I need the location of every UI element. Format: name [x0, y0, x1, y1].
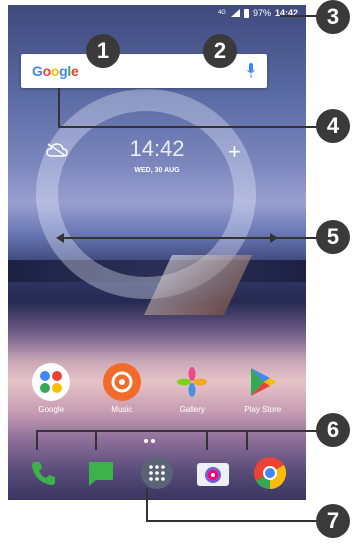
app-drawer-icon[interactable] — [137, 453, 177, 493]
callout-6: 6 — [316, 413, 350, 447]
callout-line — [206, 430, 208, 450]
clock-date: WED, 30 AUG — [134, 167, 180, 174]
battery-icon — [243, 8, 249, 18]
callout-line — [36, 430, 38, 450]
clock-time[interactable]: 14:42 — [8, 136, 306, 162]
network-type: 4G — [217, 10, 226, 16]
signal-icon — [230, 9, 240, 17]
callout-line — [246, 430, 248, 450]
callout-arrow-left — [56, 233, 64, 243]
app-label: Gallery — [179, 405, 205, 414]
callout-line — [146, 488, 148, 521]
plus-icon[interactable]: + — [228, 139, 241, 165]
callout-4: 4 — [316, 109, 350, 143]
gallery-icon — [173, 363, 211, 401]
page-indicator — [144, 439, 155, 443]
google-logo: Google — [32, 63, 79, 79]
callout-line — [58, 237, 318, 239]
callout-line — [36, 430, 318, 432]
phone-icon[interactable] — [24, 453, 64, 493]
app-label: Play Store — [244, 405, 282, 414]
callout-2: 2 — [203, 34, 237, 68]
status-bar: 4G 97% 14:42 — [8, 5, 306, 21]
callout-line — [58, 126, 318, 128]
chrome-icon[interactable] — [250, 453, 290, 493]
music-icon — [102, 363, 141, 401]
app-label: Google — [38, 405, 65, 414]
callout-line — [58, 88, 60, 126]
app-label: Music — [111, 405, 133, 414]
app-gallery[interactable]: Gallery — [162, 363, 222, 414]
google-folder-icon — [32, 363, 71, 401]
callout-line — [95, 430, 97, 450]
play-store-icon — [244, 363, 282, 401]
camera-icon[interactable] — [193, 453, 233, 493]
messages-icon[interactable] — [81, 453, 121, 493]
callout-arrow-right — [270, 233, 278, 243]
callout-1: 1 — [86, 34, 120, 68]
callout-5: 5 — [316, 220, 350, 254]
callout-7: 7 — [316, 504, 350, 538]
battery-level: 97% — [252, 8, 271, 18]
app-music[interactable]: Music — [92, 363, 152, 414]
callout-line — [280, 15, 318, 17]
phone-screen: 4G 97% 14:42 Google 14:42 WED, 30 AUG + … — [8, 5, 306, 500]
app-play-store[interactable]: Play Store — [233, 363, 293, 414]
microphone-icon[interactable] — [247, 63, 255, 79]
dock — [8, 453, 306, 493]
home-app-row: Google Music Gallery Play Store — [8, 363, 306, 414]
app-google[interactable]: Google — [21, 363, 81, 414]
callout-3: 3 — [316, 0, 350, 34]
callout-line — [146, 520, 318, 522]
